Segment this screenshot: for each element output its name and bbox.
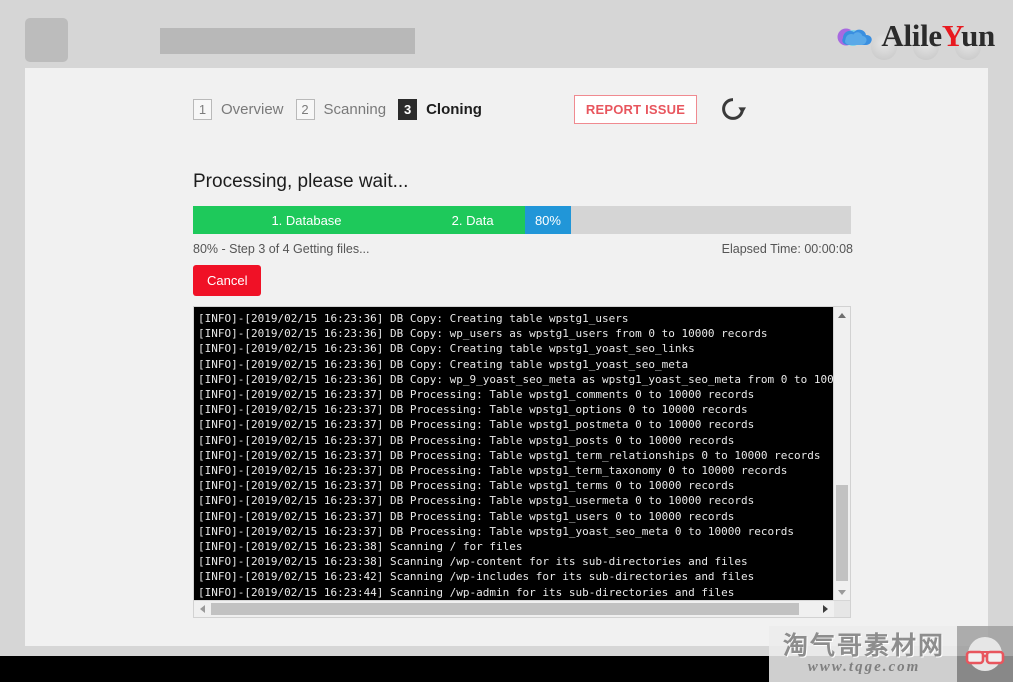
progress-segment-data: 2. Data	[420, 206, 526, 234]
log-line: [INFO]-[2019/02/15 16:23:38] Scanning /w…	[198, 555, 748, 569]
progress-status-text: 80% - Step 3 of 4 Getting files...	[193, 242, 370, 256]
watermark-site-name: 淘气哥素材网	[782, 630, 945, 660]
step-number-badge: 1	[193, 98, 212, 120]
log-line: [INFO]-[2019/02/15 16:23:36] DB Copy: Cr…	[198, 342, 695, 356]
vertical-scroll-thumb[interactable]	[836, 485, 848, 581]
wizard-step-cloning[interactable]: 3 Cloning	[398, 98, 482, 120]
log-horizontal-scrollbar[interactable]	[194, 600, 850, 617]
progress-info-row: 80% - Step 3 of 4 Getting files... Elaps…	[193, 242, 853, 256]
browser-toolbar-placeholder[interactable]	[25, 18, 68, 62]
step-label-active: Cloning	[426, 100, 482, 118]
main-content-card: 1 Overview 2 Scanning 3 Cloning REPORT I…	[25, 68, 988, 646]
log-line: [INFO]-[2019/02/15 16:23:37] DB Processi…	[198, 433, 735, 447]
browser-address-bar[interactable]	[160, 28, 415, 54]
scroll-up-arrow-icon[interactable]	[834, 307, 850, 323]
glasses-icon	[957, 626, 1013, 682]
step-label: Overview	[221, 100, 284, 118]
log-line: [INFO]-[2019/02/15 16:23:44] Scanning /w…	[198, 585, 735, 599]
report-issue-button[interactable]: REPORT ISSUE	[573, 94, 698, 124]
log-line: [INFO]-[2019/02/15 16:23:38] Scanning / …	[198, 540, 523, 554]
log-line: [INFO]-[2019/02/15 16:23:36] DB Copy: wp…	[198, 372, 833, 386]
wizard-step-overview[interactable]: 1 Overview	[193, 98, 284, 120]
refresh-icon[interactable]	[719, 95, 747, 123]
cancel-button[interactable]: Cancel	[193, 265, 262, 296]
log-console-panel: [INFO]-[2019/02/15 16:23:36] DB Copy: Cr…	[193, 306, 851, 618]
log-line: [INFO]-[2019/02/15 16:23:37] DB Processi…	[198, 509, 735, 523]
progress-segment-database: 1. Database	[193, 206, 420, 234]
log-line: [INFO]-[2019/02/15 16:23:37] DB Processi…	[198, 524, 795, 538]
watermark-url: www.tqge.com	[807, 658, 921, 675]
step-number-badge: 2	[295, 98, 315, 120]
log-line: [INFO]-[2019/02/15 16:23:37] DB Processi…	[198, 388, 755, 402]
log-line: [INFO]-[2019/02/15 16:23:37] DB Processi…	[198, 494, 755, 508]
wizard-step-nav: 1 Overview 2 Scanning 3 Cloning REPORT I…	[193, 94, 747, 124]
log-line: [INFO]-[2019/02/15 16:23:36] DB Copy: Cr…	[198, 357, 689, 371]
step-number-badge-active: 3	[398, 98, 418, 120]
log-output[interactable]: [INFO]-[2019/02/15 16:23:36] DB Copy: Cr…	[194, 307, 833, 600]
brand-logo: AlileYun	[835, 14, 995, 60]
step-label: Scanning	[323, 100, 387, 118]
brand-name-accent: Y	[941, 17, 962, 53]
horizontal-scroll-thumb[interactable]	[211, 603, 799, 615]
log-line: [INFO]-[2019/02/15 16:23:42] Scanning /w…	[198, 570, 755, 584]
cloud-icon	[835, 21, 875, 49]
log-vertical-scrollbar[interactable]	[833, 307, 850, 600]
page-title: Processing, please wait...	[193, 171, 409, 192]
browser-chrome-bar: AlileYun	[0, 0, 1013, 68]
scroll-right-arrow-icon[interactable]	[817, 601, 833, 617]
brand-name-suffix: un	[961, 17, 995, 53]
scroll-left-arrow-icon[interactable]	[194, 601, 210, 617]
log-line: [INFO]-[2019/02/15 16:23:37] DB Processi…	[198, 479, 735, 493]
log-line: [INFO]-[2019/02/15 16:23:37] DB Processi…	[198, 403, 748, 417]
elapsed-time-text: Elapsed Time: 00:00:08	[721, 242, 853, 256]
log-line: [INFO]-[2019/02/15 16:23:37] DB Processi…	[198, 418, 755, 432]
scrollbar-corner	[834, 601, 850, 617]
wizard-step-scanning[interactable]: 2 Scanning	[295, 98, 387, 120]
watermark-text-box: 淘气哥素材网 www.tqge.com	[768, 626, 957, 682]
log-line: [INFO]-[2019/02/15 16:23:37] DB Processi…	[198, 464, 788, 478]
progress-bar: 1. Database 2. Data 80%	[193, 206, 851, 234]
watermark: 淘气哥素材网 www.tqge.com	[768, 626, 1013, 682]
progress-segment-percent: 80%	[525, 206, 571, 234]
log-line: [INFO]-[2019/02/15 16:23:37] DB Processi…	[198, 448, 821, 462]
brand-name: AlileYun	[881, 20, 995, 51]
log-line: [INFO]-[2019/02/15 16:23:36] DB Copy: wp…	[198, 327, 768, 341]
log-line: [INFO]-[2019/02/15 16:23:36] DB Copy: Cr…	[198, 312, 629, 325]
scroll-down-arrow-icon[interactable]	[834, 584, 850, 600]
browser-window: AlileYun 1 Overview 2 Scanning 3 Cloning…	[0, 0, 1013, 656]
brand-name-prefix: Alile	[881, 17, 942, 53]
log-console-body: [INFO]-[2019/02/15 16:23:36] DB Copy: Cr…	[194, 307, 850, 600]
